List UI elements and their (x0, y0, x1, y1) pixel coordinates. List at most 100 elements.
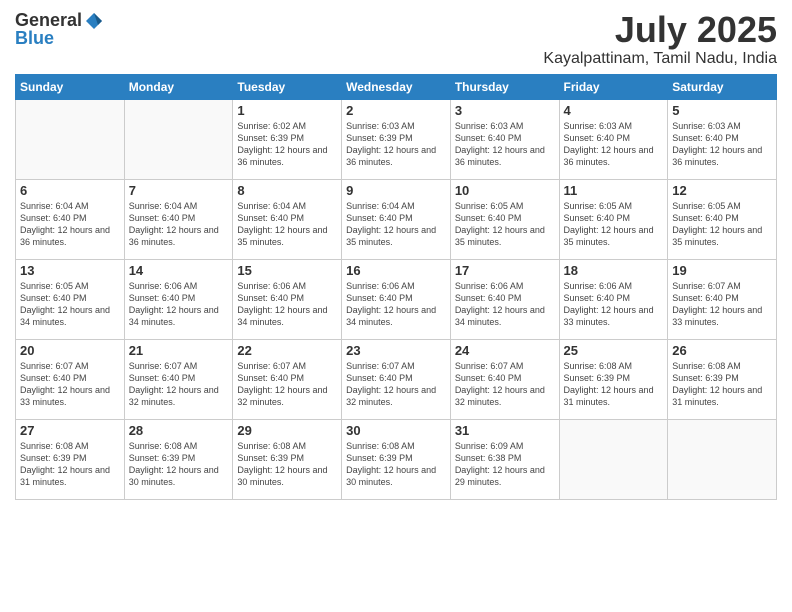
day-number: 17 (455, 263, 555, 278)
calendar-cell: 8 Sunrise: 6:04 AM Sunset: 6:40 PM Daylig… (233, 179, 342, 259)
day-number: 8 (237, 183, 337, 198)
day-number: 6 (20, 183, 120, 198)
day-info: Sunrise: 6:06 AM Sunset: 6:40 PM Dayligh… (237, 280, 337, 329)
day-info: Sunrise: 6:08 AM Sunset: 6:39 PM Dayligh… (672, 360, 772, 409)
day-info: Sunrise: 6:06 AM Sunset: 6:40 PM Dayligh… (129, 280, 229, 329)
day-info: Sunrise: 6:03 AM Sunset: 6:39 PM Dayligh… (346, 120, 446, 169)
day-info: Sunrise: 6:04 AM Sunset: 6:40 PM Dayligh… (346, 200, 446, 249)
calendar-cell (16, 99, 125, 179)
col-header-friday: Friday (559, 74, 668, 99)
calendar-cell: 5 Sunrise: 6:03 AM Sunset: 6:40 PM Daylig… (668, 99, 777, 179)
day-number: 3 (455, 103, 555, 118)
day-info: Sunrise: 6:08 AM Sunset: 6:39 PM Dayligh… (237, 440, 337, 489)
calendar-cell: 11Sunrise: 6:05 AM Sunset: 6:40 PM Dayli… (559, 179, 668, 259)
calendar-cell: 28 Sunrise: 6:08 AM Sunset: 6:39 PM Dayli… (124, 419, 233, 499)
day-number: 11 (564, 183, 664, 198)
day-number: 1 (237, 103, 337, 118)
calendar-cell: 27Sunrise: 6:08 AM Sunset: 6:39 PM Dayli… (16, 419, 125, 499)
calendar-cell: 17 Sunrise: 6:06 AM Sunset: 6:40 PM Dayli… (450, 259, 559, 339)
day-info: Sunrise: 6:08 AM Sunset: 6:39 PM Dayligh… (564, 360, 664, 409)
calendar-cell: 26Sunrise: 6:08 AM Sunset: 6:39 PM Dayli… (668, 339, 777, 419)
calendar-cell: 9 Sunrise: 6:04 AM Sunset: 6:40 PM Daylig… (342, 179, 451, 259)
day-info: Sunrise: 6:05 AM Sunset: 6:40 PM Dayligh… (20, 280, 120, 329)
subtitle: Kayalpattinam, Tamil Nadu, India (543, 50, 777, 68)
day-number: 19 (672, 263, 772, 278)
day-number: 2 (346, 103, 446, 118)
col-header-saturday: Saturday (668, 74, 777, 99)
day-number: 12 (672, 183, 772, 198)
day-info: Sunrise: 6:02 AM Sunset: 6:39 PM Dayligh… (237, 120, 337, 169)
calendar-cell: 23 Sunrise: 6:07 AM Sunset: 6:40 PM Dayli… (342, 339, 451, 419)
day-info: Sunrise: 6:04 AM Sunset: 6:40 PM Dayligh… (129, 200, 229, 249)
calendar-cell (559, 419, 668, 499)
col-header-sunday: Sunday (16, 74, 125, 99)
day-info: Sunrise: 6:07 AM Sunset: 6:40 PM Dayligh… (237, 360, 337, 409)
col-header-tuesday: Tuesday (233, 74, 342, 99)
page-header: General Blue July 2025 Kayalpattinam, Ta… (15, 10, 777, 68)
calendar-cell: 3 Sunrise: 6:03 AM Sunset: 6:40 PM Daylig… (450, 99, 559, 179)
day-info: Sunrise: 6:03 AM Sunset: 6:40 PM Dayligh… (455, 120, 555, 169)
calendar-cell: 1 Sunrise: 6:02 AM Sunset: 6:39 PM Daylig… (233, 99, 342, 179)
calendar-cell: 6 Sunrise: 6:04 AM Sunset: 6:40 PM Daylig… (16, 179, 125, 259)
title-block: July 2025 Kayalpattinam, Tamil Nadu, Ind… (543, 10, 777, 68)
calendar-cell (668, 419, 777, 499)
calendar-cell: 18 Sunrise: 6:06 AM Sunset: 6:40 PM Dayli… (559, 259, 668, 339)
day-info: Sunrise: 6:05 AM Sunset: 6:40 PM Dayligh… (455, 200, 555, 249)
day-info: Sunrise: 6:07 AM Sunset: 6:40 PM Dayligh… (129, 360, 229, 409)
day-number: 23 (346, 343, 446, 358)
day-number: 20 (20, 343, 120, 358)
logo-blue: Blue (15, 28, 104, 49)
day-info: Sunrise: 6:08 AM Sunset: 6:39 PM Dayligh… (346, 440, 446, 489)
day-info: Sunrise: 6:07 AM Sunset: 6:40 PM Dayligh… (346, 360, 446, 409)
day-number: 9 (346, 183, 446, 198)
day-number: 31 (455, 423, 555, 438)
day-number: 15 (237, 263, 337, 278)
day-number: 13 (20, 263, 120, 278)
calendar-cell: 7 Sunrise: 6:04 AM Sunset: 6:40 PM Daylig… (124, 179, 233, 259)
calendar-cell: 29Sunrise: 6:08 AM Sunset: 6:39 PM Dayli… (233, 419, 342, 499)
day-number: 4 (564, 103, 664, 118)
day-number: 7 (129, 183, 229, 198)
day-info: Sunrise: 6:06 AM Sunset: 6:40 PM Dayligh… (564, 280, 664, 329)
day-number: 30 (346, 423, 446, 438)
col-header-thursday: Thursday (450, 74, 559, 99)
col-header-wednesday: Wednesday (342, 74, 451, 99)
col-header-monday: Monday (124, 74, 233, 99)
day-info: Sunrise: 6:07 AM Sunset: 6:40 PM Dayligh… (672, 280, 772, 329)
calendar-cell: 14 Sunrise: 6:06 AM Sunset: 6:40 PM Dayli… (124, 259, 233, 339)
day-info: Sunrise: 6:05 AM Sunset: 6:40 PM Dayligh… (672, 200, 772, 249)
day-number: 28 (129, 423, 229, 438)
calendar-cell: 22Sunrise: 6:07 AM Sunset: 6:40 PM Dayli… (233, 339, 342, 419)
day-info: Sunrise: 6:04 AM Sunset: 6:40 PM Dayligh… (20, 200, 120, 249)
logo: General Blue (15, 10, 104, 49)
calendar-cell: 25Sunrise: 6:08 AM Sunset: 6:39 PM Dayli… (559, 339, 668, 419)
logo-icon (84, 11, 104, 31)
day-number: 14 (129, 263, 229, 278)
day-number: 10 (455, 183, 555, 198)
day-info: Sunrise: 6:08 AM Sunset: 6:39 PM Dayligh… (129, 440, 229, 489)
calendar-cell: 24Sunrise: 6:07 AM Sunset: 6:40 PM Dayli… (450, 339, 559, 419)
calendar-table: SundayMondayTuesdayWednesdayThursdayFrid… (15, 74, 777, 500)
day-info: Sunrise: 6:06 AM Sunset: 6:40 PM Dayligh… (455, 280, 555, 329)
day-info: Sunrise: 6:09 AM Sunset: 6:38 PM Dayligh… (455, 440, 555, 489)
day-number: 16 (346, 263, 446, 278)
calendar-cell: 15 Sunrise: 6:06 AM Sunset: 6:40 PM Dayli… (233, 259, 342, 339)
calendar-cell: 20 Sunrise: 6:07 AM Sunset: 6:40 PM Dayli… (16, 339, 125, 419)
day-number: 18 (564, 263, 664, 278)
day-info: Sunrise: 6:06 AM Sunset: 6:40 PM Dayligh… (346, 280, 446, 329)
calendar-cell: 2 Sunrise: 6:03 AM Sunset: 6:39 PM Daylig… (342, 99, 451, 179)
day-info: Sunrise: 6:07 AM Sunset: 6:40 PM Dayligh… (20, 360, 120, 409)
calendar-cell: 10 Sunrise: 6:05 AM Sunset: 6:40 PM Dayli… (450, 179, 559, 259)
day-info: Sunrise: 6:07 AM Sunset: 6:40 PM Dayligh… (455, 360, 555, 409)
calendar-cell: 31 Sunrise: 6:09 AM Sunset: 6:38 PM Dayli… (450, 419, 559, 499)
main-title: July 2025 (543, 10, 777, 50)
calendar-cell: 4Sunrise: 6:03 AM Sunset: 6:40 PM Daylig… (559, 99, 668, 179)
calendar-cell: 13 Sunrise: 6:05 AM Sunset: 6:40 PM Dayli… (16, 259, 125, 339)
calendar-cell: 12 Sunrise: 6:05 AM Sunset: 6:40 PM Dayli… (668, 179, 777, 259)
day-number: 5 (672, 103, 772, 118)
day-info: Sunrise: 6:04 AM Sunset: 6:40 PM Dayligh… (237, 200, 337, 249)
calendar-cell: 21Sunrise: 6:07 AM Sunset: 6:40 PM Dayli… (124, 339, 233, 419)
calendar-cell: 16 Sunrise: 6:06 AM Sunset: 6:40 PM Dayli… (342, 259, 451, 339)
day-info: Sunrise: 6:03 AM Sunset: 6:40 PM Dayligh… (672, 120, 772, 169)
day-info: Sunrise: 6:08 AM Sunset: 6:39 PM Dayligh… (20, 440, 120, 489)
